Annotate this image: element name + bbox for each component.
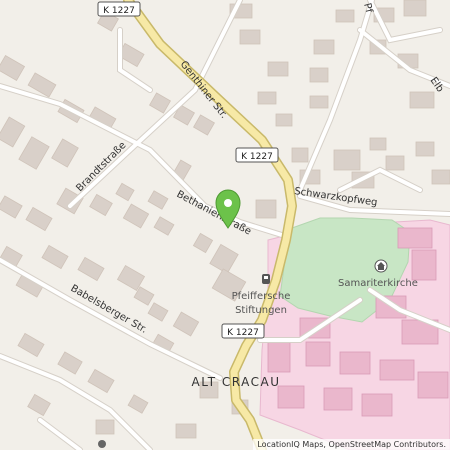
poi-label-church: Samariterkirche xyxy=(338,278,418,289)
poi-icon xyxy=(98,440,106,448)
svg-text:K 1227: K 1227 xyxy=(227,328,259,338)
poi-label-stiftungen-2: Stiftungen xyxy=(235,305,287,316)
road-shield-middle: K 1227 xyxy=(235,147,279,163)
map-attribution[interactable]: LocationIQ Maps, OpenStreetMap Contribut… xyxy=(253,439,450,450)
road-shield-top: K 1227 xyxy=(97,1,141,17)
poi-label-stiftungen-1: Pfeiffersche xyxy=(232,291,291,302)
road-shield-lower: K 1227 xyxy=(221,323,265,339)
map-svg: Genthiner Str. Brandtstraße Bethanienstr… xyxy=(0,0,450,450)
church-icon[interactable] xyxy=(374,259,388,273)
svg-text:K 1227: K 1227 xyxy=(241,152,273,162)
tram-stop-icon[interactable] xyxy=(262,274,270,284)
map-canvas[interactable]: Genthiner Str. Brandtstraße Bethanienstr… xyxy=(0,0,450,450)
svg-text:K 1227: K 1227 xyxy=(103,6,135,16)
district-label: ALT CRACAU xyxy=(192,375,281,389)
